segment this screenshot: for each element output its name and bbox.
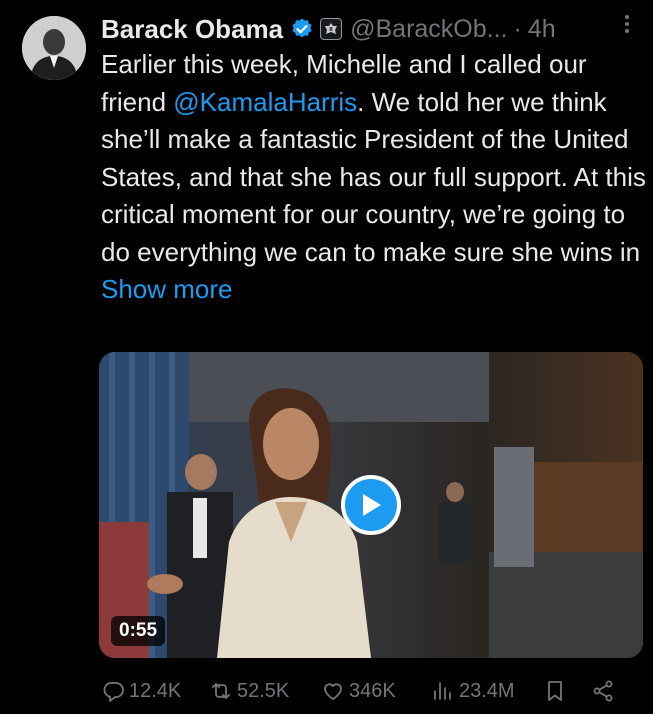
author-name[interactable]: Barack Obama bbox=[101, 14, 283, 45]
tweet-text: Earlier this week, Michelle and I called… bbox=[101, 46, 646, 309]
play-button[interactable] bbox=[341, 475, 401, 535]
author-handle[interactable]: @BarackOb... bbox=[350, 15, 507, 44]
repost-button[interactable]: 52.5K bbox=[209, 679, 321, 703]
views-button[interactable]: 23.4M bbox=[431, 679, 543, 703]
more-options-icon[interactable] bbox=[615, 12, 639, 36]
avatar[interactable] bbox=[22, 16, 86, 80]
timestamp[interactable]: 4h bbox=[528, 15, 556, 44]
mention-link[interactable]: @KamalaHarris bbox=[173, 87, 357, 117]
repost-count: 52.5K bbox=[237, 679, 290, 702]
repost-icon bbox=[212, 683, 230, 699]
verified-badge-icon[interactable] bbox=[290, 17, 314, 41]
share-icon bbox=[593, 680, 613, 702]
government-seal-icon[interactable] bbox=[320, 18, 343, 40]
share-button[interactable] bbox=[591, 679, 621, 703]
reply-button[interactable]: 12.4K bbox=[101, 679, 209, 703]
show-more-link[interactable]: Show more bbox=[101, 274, 233, 304]
tweet-header: Barack Obama @BarackOb... · 4h bbox=[101, 12, 637, 46]
like-icon bbox=[324, 683, 342, 700]
video-duration: 0:55 bbox=[111, 616, 166, 646]
video-player[interactable]: 0:55 bbox=[99, 352, 643, 658]
bookmark-button[interactable] bbox=[543, 679, 591, 703]
separator-dot: · bbox=[513, 14, 522, 43]
reply-count: 12.4K bbox=[129, 679, 182, 702]
reply-icon bbox=[103, 682, 124, 702]
tweet-actions: 12.4K 52.5K 346K 23.4M bbox=[101, 674, 641, 708]
bookmark-icon bbox=[548, 681, 562, 701]
play-icon bbox=[363, 494, 381, 516]
views-icon bbox=[434, 682, 451, 700]
like-count: 346K bbox=[349, 679, 396, 702]
views-count: 23.4M bbox=[459, 679, 515, 702]
like-button[interactable]: 346K bbox=[321, 679, 431, 703]
